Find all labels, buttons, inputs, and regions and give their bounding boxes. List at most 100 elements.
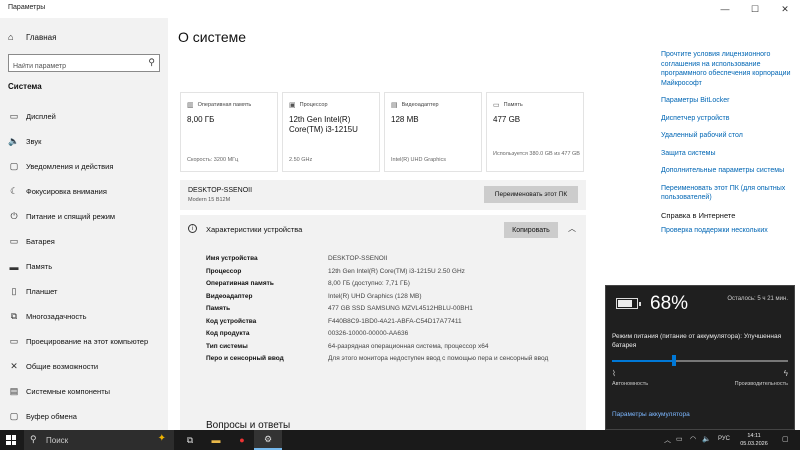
sidebar-item-label: Уведомления и действия (26, 162, 114, 171)
clock[interactable]: 14:11 05.03.2026 (734, 432, 774, 448)
page-title: О системе (178, 29, 247, 45)
sidebar-item-shared-experiences[interactable]: ✕ Общие возможности (0, 354, 168, 379)
spec-value: 64-разрядная операционная система, проце… (328, 342, 489, 350)
battery-level-icon (616, 298, 641, 309)
window-title: Параметры (8, 4, 46, 11)
spec-key: Оперативная память (206, 280, 274, 287)
title-bar: Параметры — ☐ ✕ (0, 0, 800, 18)
spec-row: Имя устройства DESKTOP-SSENOII (206, 255, 564, 268)
rename-pc-button[interactable]: Переименовать этот ПК (484, 186, 578, 203)
related-link[interactable]: Защита системы (661, 149, 791, 159)
clock-time: 14:11 (747, 433, 761, 439)
notifications-icon: ▢ (9, 161, 19, 171)
tablet-icon: ▯ (11, 286, 17, 296)
projecting-icon: ▭ (9, 336, 19, 346)
sidebar-home-label: Главная (26, 32, 57, 42)
spec-value: 477 GB SSD SAMSUNG MZVL4512HBLU-00BH1 (328, 305, 473, 312)
summary-card: ▤ Видеоадаптер 128 MB Intel(R) UHD Graphics (384, 92, 482, 172)
battery-percent: 68% (650, 293, 689, 314)
focus-assist-icon: ☾ (9, 186, 19, 196)
card-value: 8,00 ГБ (187, 115, 215, 124)
copy-button[interactable]: Копировать (504, 222, 558, 238)
battery-tray-icon[interactable]: ▭ (676, 435, 683, 443)
notifications-icon[interactable]: ▢ (782, 435, 789, 443)
sidebar-item-notifications[interactable]: ▢ Уведомления и действия (0, 154, 168, 179)
settings-app-icon[interactable]: ⚙ (254, 430, 282, 450)
power-mode-slider[interactable] (612, 355, 788, 366)
spec-row: Тип системы 64-разрядная операционная сис… (206, 343, 564, 356)
system-tray: ︿ ▭ ◠ 🔈 РУС 14:11 05.03.2026 ▢ (660, 430, 800, 450)
related-link[interactable]: Диспетчер устройств (661, 114, 791, 124)
device-specs-panel: i Характеристики устройства Копировать ︿… (180, 215, 586, 430)
wifi-icon[interactable]: ◠ (690, 435, 696, 443)
sidebar-home[interactable]: ⌂ Главная (8, 32, 56, 42)
card-header: ▭ Память (493, 101, 523, 109)
summary-card: ▭ Память 477 GB Используется 380.0 GB из 47… (486, 92, 584, 172)
sidebar-item-tablet[interactable]: ▯ Планшет (0, 279, 168, 304)
maximize-button[interactable]: ☐ (740, 0, 770, 18)
card-value: 12th Gen Intel(R) Core(TM) i3-1215U (289, 115, 358, 134)
search-box[interactable]: ⚲ (8, 54, 160, 75)
sidebar-item-multitasking[interactable]: ⧉ Многозадачность (0, 304, 168, 329)
spec-value: 12th Gen Intel(R) Core(TM) i3-1215U 2.50… (328, 267, 465, 275)
display-icon: ▭ (9, 111, 19, 121)
language-indicator[interactable]: РУС (718, 436, 730, 442)
file-explorer-icon[interactable]: ▬ (202, 430, 230, 450)
search-input[interactable] (9, 58, 135, 75)
power-icon: ⏻ (10, 211, 18, 221)
device-specs-header[interactable]: i Характеристики устройства Копировать ︿ (180, 215, 586, 243)
spec-row: Код продукта 00326-10000-00000-AA636 (206, 330, 564, 343)
related-link[interactable]: Параметры BitLocker (661, 96, 791, 106)
battery-icon: ▭ (9, 236, 19, 246)
volume-icon[interactable]: 🔈 (702, 435, 711, 443)
sidebar-item-battery[interactable]: ▭ Батарея (0, 229, 168, 254)
sidebar-item-display[interactable]: ▭ Дисплей (0, 104, 168, 129)
sidebar-item-focus-assist[interactable]: ☾ Фокусировка внимания (0, 179, 168, 204)
gpu-icon: ▤ (391, 102, 398, 109)
related-link[interactable]: Дополнительные параметры системы (661, 166, 791, 176)
slider-filled (612, 360, 674, 362)
start-button[interactable] (6, 435, 16, 445)
shared-experiences-icon: ✕ (10, 361, 18, 371)
sidebar-item-label: Общие возможности (26, 362, 99, 371)
sidebar-item-clipboard[interactable]: ▢ Буфер обмена (0, 404, 168, 429)
related-link[interactable]: Удаленный рабочий стол (661, 131, 791, 141)
spec-value: DESKTOP-SSENOII (328, 255, 388, 262)
sidebar-item-label: Системные компоненты (26, 387, 111, 396)
spec-row: Перо и сенсорный ввод Для этого монитора … (206, 355, 564, 377)
taskbar-search[interactable]: ⚲ Поиск ✦ (24, 430, 174, 450)
spec-key: Код устройства (206, 317, 257, 325)
card-header-label: Память (503, 102, 523, 108)
help-link[interactable]: Проверка поддержки нескольких (661, 226, 791, 236)
card-header: ▣ Процессор (289, 101, 328, 109)
spec-key: Видеоадаптер (206, 292, 253, 300)
sidebar-item-label: Фокусировка внимания (26, 187, 107, 196)
sidebar-item-sound[interactable]: 🔈 Звук (0, 129, 168, 154)
task-view-icon[interactable]: ⧉ (176, 430, 204, 450)
leaf-icon: ⌇ (612, 369, 616, 378)
sidebar-item-label: Звук (26, 137, 42, 146)
browser-icon[interactable]: ● (228, 430, 256, 450)
search-icon[interactable]: ⚲ (148, 57, 155, 68)
sidebar-item-storage[interactable]: ▬ Память (0, 254, 168, 279)
taskbar-search-label: Поиск (46, 436, 69, 445)
spec-key: Имя устройства (206, 255, 258, 262)
close-button[interactable]: ✕ (770, 0, 800, 18)
sidebar-item-projecting[interactable]: ▭ Проецирование на этот компьютер (0, 329, 168, 354)
slider-thumb[interactable] (671, 355, 676, 366)
chevron-up-icon[interactable]: ︿ (568, 223, 576, 234)
related-link[interactable]: Переименовать этот ПК (для опытных польз… (661, 184, 791, 203)
chevron-up-icon[interactable]: ︿ (664, 435, 671, 445)
battery-fill (618, 300, 632, 307)
slider-right-label: Производительность (734, 381, 788, 387)
card-header-label: Видеоадаптер (401, 102, 439, 108)
search-icon: ⚲ (30, 434, 37, 444)
related-link[interactable]: Прочтите условия лицензионного соглашени… (661, 50, 791, 88)
storage-icon: ▬ (9, 261, 19, 272)
sidebar-item-power[interactable]: ⏻ Питание и спящий режим (0, 204, 168, 229)
home-icon: ⌂ (8, 32, 14, 42)
sidebar-item-system-components[interactable]: ▤ Системные компоненты (0, 379, 168, 404)
battery-settings-link[interactable]: Параметры аккумулятора (612, 411, 690, 418)
sidebar-item-label: Питание и спящий режим (26, 212, 116, 221)
minimize-button[interactable]: — (710, 0, 740, 18)
